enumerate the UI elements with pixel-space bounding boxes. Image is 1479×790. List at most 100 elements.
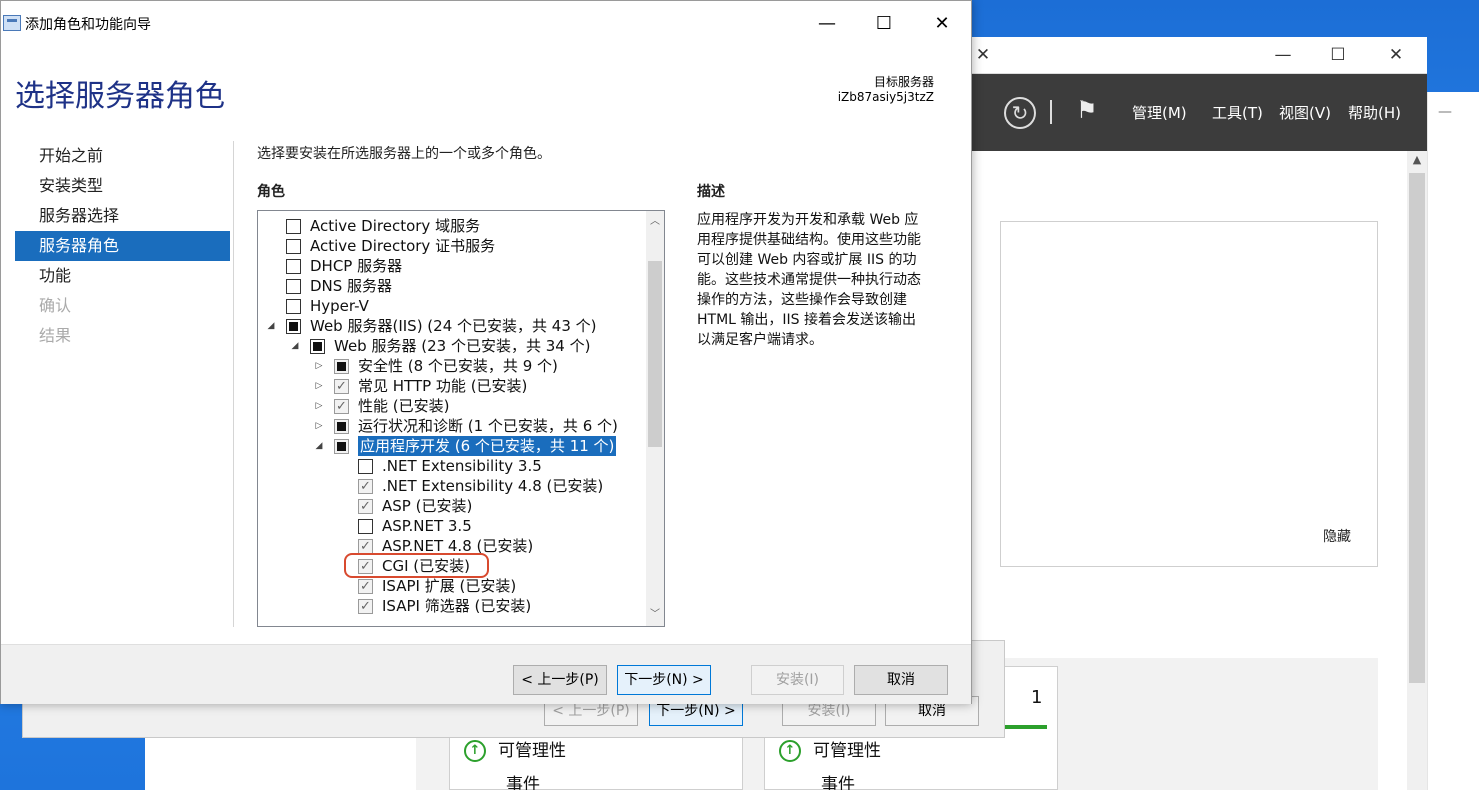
nav-results: 结果 bbox=[39, 326, 72, 345]
scroll-up-icon[interactable]: ︿ bbox=[646, 213, 664, 231]
role-row[interactable]: ◢ Web 服务器(IIS) (24 个已安装，共 43 个) bbox=[258, 316, 646, 336]
cancel-button[interactable]: 取消 bbox=[854, 665, 948, 695]
description-line: 操作的方法，这些操作会导致创建 bbox=[697, 292, 907, 308]
next-button[interactable]: 下一步(N) > bbox=[617, 665, 711, 695]
role-row[interactable]: ASP (已安装) bbox=[258, 496, 646, 517]
description-line: HTML 输出，IIS 接着会发送该输出 bbox=[697, 312, 917, 328]
collapse-arrow-icon[interactable]: ◢ bbox=[266, 316, 276, 336]
role-row[interactable]: ISAPI 筛选器 (已安装) bbox=[258, 596, 646, 617]
role-row[interactable]: ASP.NET 3.5 bbox=[258, 516, 646, 536]
menu-manage[interactable]: 管理(M) bbox=[1132, 102, 1187, 123]
tile-events: 事件 bbox=[506, 775, 540, 790]
role-checkbox[interactable] bbox=[286, 279, 301, 294]
role-row[interactable]: Hyper-V bbox=[258, 296, 646, 316]
role-label: 运行状况和诊断 (1 个已安装，共 6 个) bbox=[358, 417, 618, 435]
role-row[interactable]: .NET Extensibility 3.5 bbox=[258, 456, 646, 476]
nav-server-selection[interactable]: 服务器选择 bbox=[15, 201, 230, 231]
role-checkbox[interactable] bbox=[286, 319, 301, 334]
role-checkbox[interactable] bbox=[286, 259, 301, 274]
role-checkbox[interactable] bbox=[358, 537, 373, 557]
role-checkbox[interactable] bbox=[358, 477, 373, 497]
role-row[interactable]: ▷ 常见 HTTP 功能 (已安装) bbox=[258, 376, 646, 397]
role-checkbox[interactable] bbox=[310, 339, 325, 354]
minimize-icon[interactable]: — bbox=[1268, 43, 1298, 67]
role-row[interactable]: Active Directory 证书服务 bbox=[258, 236, 646, 256]
nav-server-roles[interactable]: 服务器角色 bbox=[15, 231, 230, 261]
tile-events: 事件 bbox=[821, 775, 855, 790]
role-row[interactable]: ◢ Web 服务器 (23 个已安装，共 34 个) bbox=[258, 336, 646, 356]
role-checkbox[interactable] bbox=[334, 419, 349, 434]
role-checkbox[interactable] bbox=[358, 497, 373, 517]
role-checkbox[interactable] bbox=[334, 397, 349, 417]
role-row[interactable]: ▷ 性能 (已安装) bbox=[258, 396, 646, 417]
role-checkbox[interactable] bbox=[358, 597, 373, 617]
scroll-up-icon[interactable]: ▲ bbox=[1407, 153, 1427, 171]
nav-before-you-begin[interactable]: 开始之前 bbox=[15, 141, 230, 171]
refresh-icon[interactable]: ↻ bbox=[1004, 97, 1036, 129]
dashboard-tile[interactable]: ↑ 可管理性 事件 bbox=[449, 735, 743, 790]
menu-view[interactable]: 视图(V) bbox=[1279, 102, 1331, 123]
annotation-highlight bbox=[344, 553, 489, 578]
role-checkbox[interactable] bbox=[334, 377, 349, 397]
install-button: 安装(I) bbox=[751, 665, 844, 695]
role-row[interactable]: ▷ 运行状况和诊断 (1 个已安装，共 6 个) bbox=[258, 416, 646, 436]
close-icon[interactable]: ✕ bbox=[927, 11, 957, 37]
expand-arrow-icon[interactable]: ▷ bbox=[314, 376, 324, 396]
instruction-text: 选择要安装在所选服务器上的一个或多个角色。 bbox=[257, 146, 551, 162]
expand-arrow-icon[interactable]: ▷ bbox=[314, 356, 324, 376]
roles-scrollbar[interactable]: ︿ ﹀ bbox=[646, 211, 664, 626]
notification-flag-icon[interactable]: ⚑ bbox=[1076, 96, 1098, 124]
description-line: 以满足客户端请求。 bbox=[697, 332, 823, 348]
role-row[interactable]: ISAPI 扩展 (已安装) bbox=[258, 576, 646, 597]
hide-link[interactable]: 隐藏 bbox=[1323, 526, 1351, 546]
description-line: 应用程序开发为开发和承载 Web 应 bbox=[697, 212, 919, 228]
background-window-edge: — bbox=[1427, 92, 1479, 790]
role-checkbox[interactable] bbox=[286, 239, 301, 254]
role-row[interactable]: ◢ 应用程序开发 (6 个已安装，共 11 个) bbox=[258, 436, 646, 456]
up-arrow-icon: ↑ bbox=[464, 740, 486, 762]
role-checkbox[interactable] bbox=[358, 519, 373, 534]
menu-help[interactable]: 帮助(H) bbox=[1348, 102, 1401, 123]
role-row[interactable]: Active Directory 域服务 bbox=[258, 216, 646, 236]
scroll-thumb[interactable] bbox=[648, 261, 662, 447]
expand-arrow-icon[interactable]: ▷ bbox=[314, 396, 324, 416]
maximize-icon[interactable]: ☐ bbox=[1323, 43, 1353, 67]
role-row[interactable]: .NET Extensibility 4.8 (已安装) bbox=[258, 476, 646, 497]
description-line: 用程序提供基础结构。使用这些功能 bbox=[697, 232, 921, 248]
nav-installation-type[interactable]: 安装类型 bbox=[15, 171, 230, 201]
role-label: ASP (已安装) bbox=[382, 497, 473, 515]
description-line: 能。这些技术通常提供一种执行动态 bbox=[697, 272, 921, 288]
nav-divider bbox=[233, 141, 234, 627]
role-checkbox[interactable] bbox=[358, 459, 373, 474]
description-heading: 描述 bbox=[697, 184, 725, 200]
server-manager-titlebar: ✕ — ☐ ✕ bbox=[970, 37, 1427, 74]
minimize-icon[interactable]: — bbox=[812, 11, 842, 37]
role-label: .NET Extensibility 3.5 bbox=[382, 457, 542, 475]
add-roles-wizard-dialog: 添加角色和功能向导 — ☐ ✕ 选择服务器角色 目标服务器 iZb87asiy5… bbox=[0, 0, 972, 704]
dialog-footer: < 上一步(P) 下一步(N) > 安装(I) 取消 bbox=[1, 644, 971, 704]
collapse-arrow-icon[interactable]: ◢ bbox=[290, 336, 300, 356]
close-icon[interactable]: ✕ bbox=[1381, 43, 1411, 67]
tile-manageability: ↑ 可管理性 bbox=[779, 736, 881, 762]
role-label: Active Directory 域服务 bbox=[310, 217, 481, 235]
maximize-icon[interactable]: ☐ bbox=[869, 11, 899, 37]
role-row[interactable]: DHCP 服务器 bbox=[258, 256, 646, 276]
dialog-titlebar[interactable]: 添加角色和功能向导 — ☐ ✕ bbox=[1, 1, 971, 45]
menu-tools[interactable]: 工具(T) bbox=[1212, 102, 1263, 123]
role-row[interactable]: ▷ 安全性 (8 个已安装，共 9 个) bbox=[258, 356, 646, 376]
wizard-nav: 开始之前 安装类型 服务器选择 服务器角色 功能 确认 结果 bbox=[15, 141, 230, 351]
server-manager-scrollbar[interactable]: ▲ bbox=[1407, 151, 1427, 790]
role-checkbox[interactable] bbox=[358, 577, 373, 597]
role-row[interactable]: DNS 服务器 bbox=[258, 276, 646, 296]
role-checkbox[interactable] bbox=[334, 359, 349, 374]
scroll-down-icon[interactable]: ﹀ bbox=[646, 606, 664, 624]
collapse-arrow-icon[interactable]: ◢ bbox=[314, 436, 324, 456]
role-checkbox[interactable] bbox=[286, 299, 301, 314]
nav-features[interactable]: 功能 bbox=[15, 261, 230, 291]
role-checkbox[interactable] bbox=[286, 219, 301, 234]
role-checkbox[interactable] bbox=[334, 439, 349, 454]
scroll-thumb[interactable] bbox=[1409, 173, 1425, 683]
close-icon[interactable]: ✕ bbox=[968, 43, 998, 67]
prev-button[interactable]: < 上一步(P) bbox=[513, 665, 607, 695]
expand-arrow-icon[interactable]: ▷ bbox=[314, 416, 324, 436]
